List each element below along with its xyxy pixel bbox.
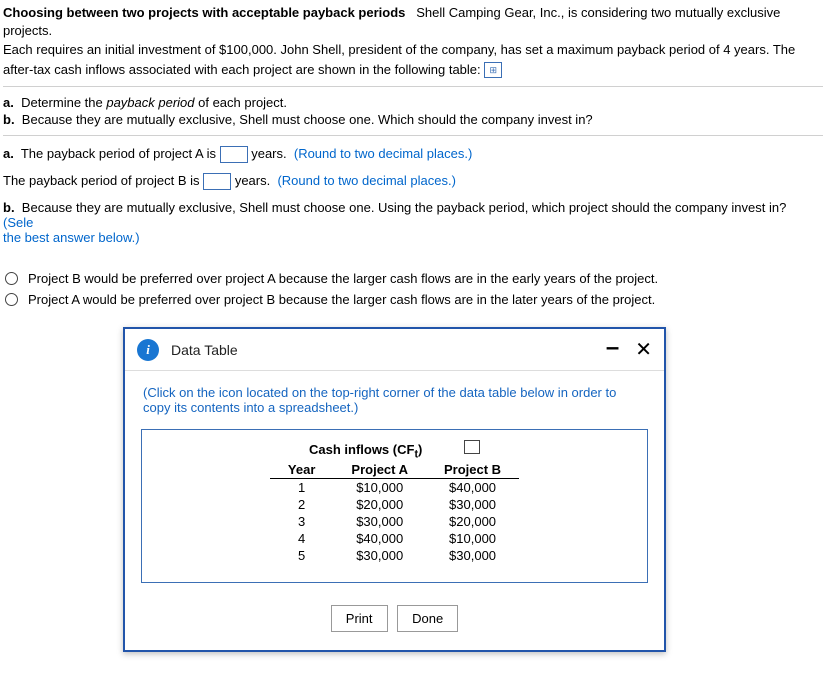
divider (3, 86, 823, 87)
col-year: Year (270, 461, 333, 479)
option-2-row[interactable]: Project A would be preferred over projec… (5, 292, 823, 307)
question-a-text2: of each project. (195, 95, 288, 110)
option-1-text: Project B would be preferred over projec… (28, 271, 658, 286)
payback-b-input[interactable] (203, 173, 231, 190)
table-row: 5$30,000$30,000 (270, 547, 519, 564)
intro-text-2: Each requires an initial investment of $… (3, 41, 823, 59)
table-row: 4$40,000$10,000 (270, 530, 519, 547)
info-icon: i (137, 339, 159, 361)
table-icon[interactable]: ⊞ (484, 62, 502, 78)
cf-header: Cash inflows (CFt) (152, 442, 637, 461)
part-b-text: Because they are mutually exclusive, She… (22, 200, 787, 215)
copy-icon[interactable] (466, 442, 480, 454)
option-2-text: Project A would be preferred over projec… (28, 292, 655, 307)
question-b-text: Because they are mutually exclusive, She… (22, 112, 593, 127)
divider (3, 135, 823, 136)
table-row: 2$20,000$30,000 (270, 496, 519, 513)
radio-icon[interactable] (5, 272, 18, 285)
part-b-prefix: b. (3, 200, 15, 215)
intro-text-3: after-tax cash inflows associated with e… (3, 62, 481, 77)
table-row: 1$10,000$40,000 (270, 478, 519, 496)
part-b-hint2: the best answer below.) (3, 230, 140, 245)
modal-header: i Data Table – ✕ (125, 329, 664, 371)
modal-instructions: (Click on the icon located on the top-ri… (125, 371, 664, 421)
answer-b-text1: The payback period of project B is (3, 173, 200, 188)
question-title: Choosing between two projects with accep… (3, 5, 405, 20)
question-b-label: b. (3, 112, 15, 127)
radio-icon[interactable] (5, 293, 18, 306)
question-a-text1: Determine the (21, 95, 106, 110)
col-a: Project A (333, 461, 426, 479)
data-frame: Cash inflows (CFt) Year Project A Projec… (141, 429, 648, 583)
print-button[interactable]: Print (331, 605, 388, 632)
minimize-icon[interactable]: – (606, 334, 619, 362)
answer-b-text2: years. (235, 173, 270, 188)
modal-title: Data Table (171, 342, 238, 358)
data-table-modal: i Data Table – ✕ (Click on the icon loca… (123, 327, 666, 652)
cashflow-table: Year Project A Project B 1$10,000$40,000… (270, 461, 519, 564)
done-button[interactable]: Done (397, 605, 458, 632)
question-a-label: a. (3, 95, 14, 110)
answer-b-hint: (Round to two decimal places.) (277, 173, 455, 188)
col-b: Project B (426, 461, 519, 479)
answer-a-text1: The payback period of project A is (21, 146, 216, 161)
part-b-hint1: (Sele (3, 215, 33, 230)
option-1-row[interactable]: Project B would be preferred over projec… (5, 271, 823, 286)
payback-a-input[interactable] (220, 146, 248, 163)
answer-a-prefix: a. (3, 146, 14, 161)
close-icon[interactable]: ✕ (635, 337, 652, 362)
modal-footer: Print Done (125, 591, 664, 650)
answer-a-hint: (Round to two decimal places.) (294, 146, 472, 161)
table-row: 3$30,000$20,000 (270, 513, 519, 530)
question-a-italic: payback period (106, 95, 194, 110)
answer-a-text2: years. (251, 146, 286, 161)
